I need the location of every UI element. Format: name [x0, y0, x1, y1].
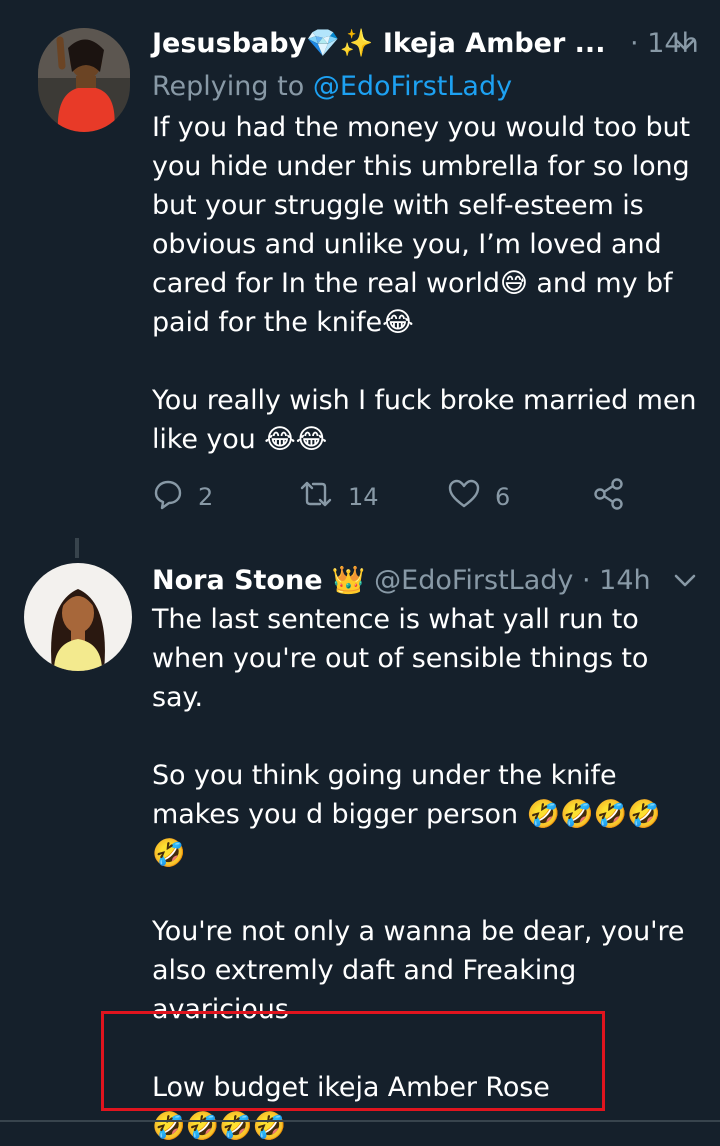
tweet-line: You're not only a wanna be dear, you're	[152, 916, 685, 947]
heart-icon	[447, 478, 495, 516]
chevron-down-icon[interactable]	[672, 31, 698, 57]
retweet-icon	[298, 479, 348, 515]
reply-button[interactable]: 2	[152, 475, 213, 519]
tweet-line: obvious and unlike you, I’m loved and	[152, 229, 662, 260]
tweet-line: cared for In the real world😅 and my bf	[152, 268, 673, 299]
tweet-line: but your struggle with self-esteem is	[152, 190, 644, 221]
tweet-line: makes you d bigger person 🤣🤣🤣🤣	[152, 799, 661, 830]
tweet-line: If you had the money you would too but	[152, 112, 690, 143]
highlight-box	[101, 1011, 605, 1111]
timestamp[interactable]: 14h	[599, 565, 650, 596]
avatar[interactable]	[24, 563, 132, 671]
tweet-actions: 2 14 6	[152, 475, 652, 519]
separator-dot: ·	[581, 565, 591, 596]
avatar[interactable]	[38, 28, 130, 132]
mention-link[interactable]: @EdoFirstLady	[313, 71, 512, 102]
retweet-button[interactable]: 14	[298, 475, 379, 519]
chevron-down-icon[interactable]	[672, 567, 698, 593]
tweet-line: when you're out of sensible things to sa…	[152, 643, 649, 713]
replying-to: Replying to @EdoFirstLady	[152, 68, 512, 106]
like-count: 6	[495, 483, 511, 511]
tweet-line: paid for the knife😂	[152, 307, 414, 338]
tweet-header: Nora Stone 👑 @EdoFirstLady · 14h	[152, 561, 651, 601]
separator-dot: ·	[630, 28, 639, 59]
display-name[interactable]: Nora Stone 👑	[152, 565, 366, 596]
tweet-line: 🤣	[152, 838, 186, 869]
divider	[0, 1120, 720, 1122]
share-button[interactable]	[592, 475, 640, 519]
highlighted-line: 🤣🤣🤣🤣	[152, 1111, 287, 1142]
tweet-header: Jesusbaby💎✨ Ikeja Amber ... · 14h	[152, 24, 699, 64]
display-name[interactable]: Jesusbaby💎✨ Ikeja Amber ...	[152, 28, 605, 59]
tweet-line: you hide under this umbrella for so long	[152, 151, 690, 182]
tweet-line: like you 😂😂	[152, 424, 328, 455]
user-handle[interactable]: @EdoFirstLady	[374, 565, 573, 596]
retweet-count: 14	[348, 483, 379, 511]
reply-count: 2	[198, 483, 214, 511]
replying-label: Replying to	[152, 71, 305, 102]
tweet-text: If you had the money you would too but y…	[152, 108, 700, 459]
tweet-line: also extremly daft and Freaking	[152, 955, 577, 986]
tweet-jesusbaby: Jesusbaby💎✨ Ikeja Amber ... · 14h Replyi…	[0, 0, 720, 540]
tweet-line: The last sentence is what yall run to	[152, 604, 639, 635]
tweet-line: So you think going under the knife	[152, 760, 617, 791]
comment-icon	[152, 478, 198, 516]
share-icon	[592, 477, 640, 517]
like-button[interactable]: 6	[447, 475, 510, 519]
tweet-line: You really wish I fuck broke married men	[152, 385, 697, 416]
